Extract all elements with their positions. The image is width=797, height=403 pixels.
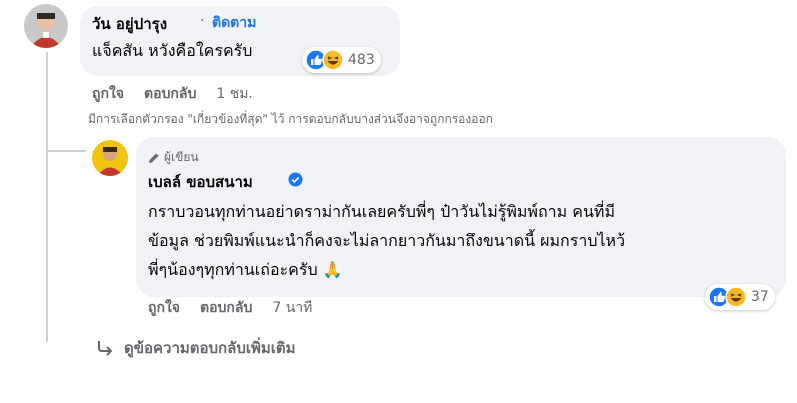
reply-text-line-3: พี่ๆน้องๆทุกท่านเถ่อะครับ 🙏 (148, 260, 343, 279)
view-more-replies-button[interactable]: ดูข้อความตอบกลับเพิ่มเติม (96, 336, 296, 360)
reply-like-button[interactable]: ถูกใจ (148, 297, 180, 319)
comment-reply-button[interactable]: ตอบกลับ (144, 83, 196, 105)
comment-author-name[interactable]: วัน อยู่ปารุง (92, 12, 167, 36)
reply-reactions[interactable]: 37 (705, 284, 775, 310)
comment-text: แจ็คสัน หวังคือใครครับ (92, 41, 253, 60)
filter-notice: มีการเลือกตัวกรอง "เกี่ยวข้องที่สุด" ไว้… (88, 112, 493, 126)
comment-timestamp[interactable]: 1 ชม. (216, 83, 253, 105)
commenter-avatar[interactable] (24, 4, 68, 48)
reply-actions: ถูกใจ ตอบกลับ 7 นาที (148, 297, 312, 319)
pencil-icon (149, 153, 159, 163)
comment-reactions[interactable]: 483 (302, 47, 381, 73)
view-more-replies-label: ดูข้อความตอบกลับเพิ่มเติม (124, 339, 296, 357)
author-badge-label: ผู้เขียน (164, 150, 199, 164)
name-separator: · (200, 13, 205, 29)
haha-icon (322, 49, 344, 71)
comment-like-button[interactable]: ถูกใจ (92, 83, 124, 105)
reply-text-line-1: กราบวอนทุกท่านอย่าดราม่ากันเลยครับพี่ๆ ป… (148, 202, 616, 221)
reply-text-line-2: ข้อมูล ช่วยพิมพ์แนะนำก็คงจะไม่ลากยาวกันม… (148, 231, 626, 250)
thread-branch (46, 150, 86, 152)
comment-reaction-count: 483 (348, 52, 375, 68)
reply-reaction-count: 37 (751, 289, 769, 305)
follow-button[interactable]: ติดตาม (212, 12, 256, 34)
reply-author-avatar[interactable] (92, 140, 128, 176)
reply-reply-button[interactable]: ตอบกลับ (200, 297, 252, 319)
verified-badge-icon (288, 172, 303, 187)
comment-actions: ถูกใจ ตอบกลับ 1 ชม. (92, 83, 253, 105)
reply-timestamp[interactable]: 7 นาที (272, 297, 312, 319)
reply-arrow-icon (98, 341, 113, 356)
haha-icon (725, 286, 747, 308)
thread-line (46, 52, 48, 342)
author-badge: ผู้เขียน (148, 148, 199, 167)
reply-author-name[interactable]: เบลล์ ขอบสนาม (148, 170, 253, 194)
